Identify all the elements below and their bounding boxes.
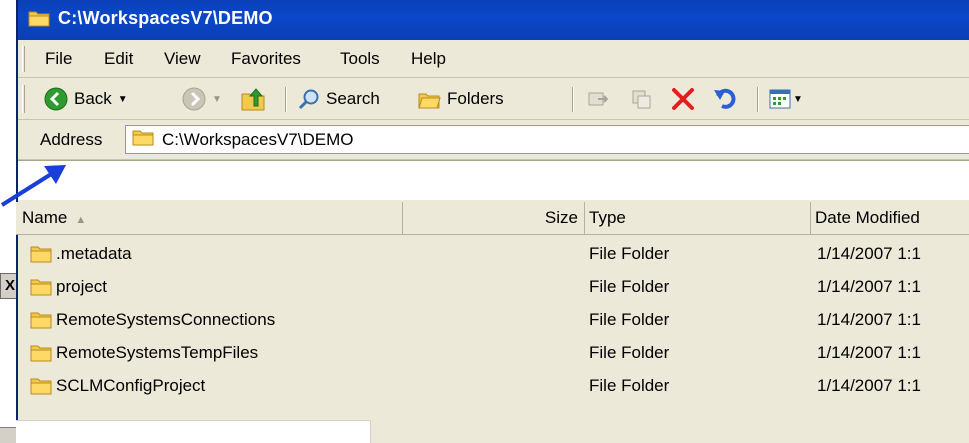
menu-help[interactable]: Help <box>411 49 446 69</box>
folder-icon <box>30 344 52 367</box>
column-type[interactable]: Type <box>585 202 811 234</box>
forward-button[interactable]: ▼ <box>182 86 222 112</box>
item-type: File Folder <box>589 244 670 263</box>
up-button[interactable] <box>240 86 266 112</box>
folders-button[interactable]: Folders <box>417 86 504 112</box>
title-bar[interactable]: C:\WorkspacesV7\DEMO <box>18 0 969 40</box>
folders-icon <box>417 88 441 110</box>
item-name: RemoteSystemsConnections <box>56 310 276 329</box>
copy-to-icon <box>630 87 654 111</box>
views-icon <box>769 89 791 109</box>
list-item[interactable]: .metadata File Folder 1/14/2007 1:1 <box>16 238 969 270</box>
list-item[interactable]: RemoteSystemsTempFiles File Folder 1/14/… <box>16 337 969 369</box>
undo-button[interactable] <box>712 86 738 112</box>
search-magnifier-icon <box>298 88 320 110</box>
file-list-top <box>18 160 969 200</box>
address-input[interactable]: C:\WorkspacesV7\DEMO <box>125 125 969 154</box>
column-size-label: Size <box>544 208 578 227</box>
item-date: 1/14/2007 1:1 <box>817 343 921 362</box>
toolbar: Back ▼ ▼ Search Folders ▼ <box>18 78 969 120</box>
column-type-label: Type <box>589 208 626 227</box>
toolbar-separator <box>757 87 759 112</box>
folder-icon <box>28 9 50 27</box>
folder-icon <box>30 278 52 301</box>
list-item[interactable]: project File Folder 1/14/2007 1:1 <box>16 271 969 303</box>
folders-label: Folders <box>447 89 504 108</box>
menu-bar: File Edit View Favorites Tools Help <box>18 40 969 78</box>
back-arrow-icon <box>44 87 68 111</box>
copy-to-button[interactable] <box>630 86 654 112</box>
menu-edit[interactable]: Edit <box>104 49 133 69</box>
menu-tools[interactable]: Tools <box>340 49 380 69</box>
folder-icon <box>30 377 52 400</box>
item-date: 1/14/2007 1:1 <box>817 376 921 395</box>
back-label: Back <box>74 89 112 108</box>
item-date: 1/14/2007 1:1 <box>817 277 921 296</box>
folder-icon <box>30 311 52 334</box>
item-type: File Folder <box>589 376 670 395</box>
sort-ascending-icon: ▲ <box>75 214 87 226</box>
undo-icon <box>712 86 738 112</box>
toolbar-separator <box>572 87 574 112</box>
menu-bar-grip[interactable] <box>22 46 25 72</box>
item-name: .metadata <box>56 244 132 263</box>
search-button[interactable]: Search <box>298 86 380 112</box>
column-date-label: Date Modified <box>815 208 920 227</box>
item-date: 1/14/2007 1:1 <box>817 310 921 329</box>
back-button[interactable]: Back ▼ <box>44 86 128 112</box>
column-date-modified[interactable]: Date Modified <box>811 202 969 234</box>
list-item[interactable]: SCLMConfigProject File Folder 1/14/2007 … <box>16 370 969 402</box>
address-label: Address <box>40 130 103 150</box>
column-size[interactable]: Size <box>403 202 585 234</box>
move-to-button[interactable] <box>586 86 610 112</box>
views-dropdown-icon[interactable]: ▼ <box>793 94 803 105</box>
folder-icon <box>126 128 154 151</box>
left-pane-edge <box>16 420 371 443</box>
menu-file[interactable]: File <box>45 49 72 69</box>
list-item[interactable]: RemoteSystemsConnections File Folder 1/1… <box>16 304 969 336</box>
item-type: File Folder <box>589 310 670 329</box>
item-date: 1/14/2007 1:1 <box>817 244 921 263</box>
delete-x-icon <box>670 86 696 112</box>
menu-favorites[interactable]: Favorites <box>231 49 301 69</box>
views-button[interactable]: ▼ <box>769 86 803 112</box>
address-bar: Address C:\WorkspacesV7\DEMO <box>18 120 969 160</box>
item-type: File Folder <box>589 277 670 296</box>
item-name: RemoteSystemsTempFiles <box>56 343 259 362</box>
item-name: SCLMConfigProject <box>56 376 206 395</box>
forward-arrow-icon <box>182 87 206 111</box>
toolbar-separator <box>285 87 287 112</box>
column-name-label: Name <box>22 208 68 227</box>
delete-button[interactable] <box>670 86 696 112</box>
folder-icon <box>30 245 52 268</box>
forward-dropdown-icon[interactable]: ▼ <box>212 94 222 105</box>
up-folder-icon <box>240 86 266 112</box>
item-name: project <box>56 277 108 296</box>
back-dropdown-icon[interactable]: ▼ <box>118 94 128 105</box>
item-type: File Folder <box>589 343 670 362</box>
toolbar-grip[interactable] <box>22 85 25 113</box>
annotation-arrow-icon <box>0 165 66 207</box>
menu-view[interactable]: View <box>164 49 201 69</box>
column-header: Name ▲ Size Type Date Modified <box>16 202 969 235</box>
search-label: Search <box>326 89 380 108</box>
window-title: C:\WorkspacesV7\DEMO <box>58 8 273 28</box>
move-to-icon <box>586 87 610 111</box>
address-value: C:\WorkspacesV7\DEMO <box>162 129 354 149</box>
